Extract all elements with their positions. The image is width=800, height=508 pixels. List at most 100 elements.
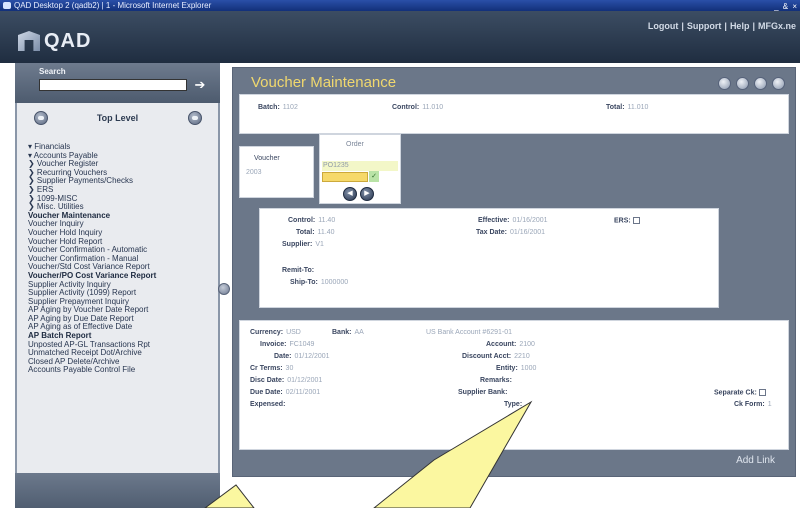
order-number-field[interactable]: PO1235 (322, 161, 398, 171)
sidebar-menu-item[interactable]: Voucher Confirmation - Manual (28, 255, 218, 264)
add-link[interactable]: Add Link (736, 455, 775, 466)
ship-to-field: Ship-To: 1000000 (290, 279, 348, 286)
qad-logo: QAD (18, 29, 91, 53)
control-value[interactable]: 11.40 (318, 217, 335, 224)
ship-to-value[interactable]: 1000000 (321, 279, 348, 286)
discount-acct-value[interactable]: 2210 (514, 353, 530, 360)
detail-card: Currency: USD Bank: AA US Bank Account #62… (239, 320, 789, 450)
sidebar-menu-item[interactable]: Closed AP Delete/Archive (28, 358, 218, 367)
main-area: Voucher Maintenance Batch: 1102 Control: 1… (220, 63, 800, 508)
sidebar-menu-item[interactable]: ▾ Financials (28, 143, 218, 152)
sidebar-menu-item[interactable]: Unposted AP-GL Transactions Rpt (28, 341, 218, 350)
close-icon[interactable] (772, 77, 785, 90)
ie-logo-icon (3, 2, 11, 9)
ship-to-label: Ship-To: (290, 279, 318, 286)
total-field: Total: 11.40 (296, 229, 335, 236)
bank-label: Bank: (332, 329, 352, 336)
order-label: Order (346, 141, 364, 148)
order-tab[interactable]: Order PO1235 ✓ ◀ ▶ (319, 134, 401, 204)
supplier-bank-field: Supplier Bank: (458, 389, 507, 396)
tax-date-value[interactable]: 01/16/2001 (510, 229, 545, 236)
sidebar-menu-item[interactable]: Supplier Activity Inquiry (28, 281, 218, 290)
effective-value[interactable]: 01/16/2001 (513, 217, 548, 224)
search-input[interactable] (39, 79, 187, 91)
sidebar-menu-item[interactable]: ❯ Recurring Vouchers (28, 169, 218, 178)
sidebar-menu-item[interactable]: Voucher Hold Report (28, 238, 218, 247)
voucher-tab[interactable]: Voucher 2003 (239, 146, 314, 198)
sidebar-menu-item[interactable]: ❯ 1099-MISC (28, 195, 218, 204)
sidebar-menu-item[interactable]: ❯ Voucher Register (28, 160, 218, 169)
info-icon[interactable] (736, 77, 749, 90)
sidebar-menu-item[interactable]: Supplier Prepayment Inquiry (28, 298, 218, 307)
next-button[interactable]: ▶ (360, 187, 374, 201)
supplier-value[interactable]: V1 (315, 241, 324, 248)
cr-terms-value[interactable]: 30 (286, 365, 294, 372)
entity-label: Entity: (496, 365, 518, 372)
sidebar-menu-item[interactable]: ❯ Misc. Utilities (28, 203, 218, 212)
menu-forward-button[interactable] (188, 111, 202, 125)
remit-to-label: Remit-To: (282, 267, 315, 274)
voucher-value[interactable]: 2003 (246, 169, 262, 176)
disc-date-value[interactable]: 01/12/2001 (287, 377, 322, 384)
discount-acct-field: Discount Acct: 2210 (462, 353, 530, 360)
help-icon[interactable] (718, 77, 731, 90)
separate-ck-checkbox[interactable] (758, 389, 766, 396)
print-icon[interactable] (754, 77, 767, 90)
due-date-value[interactable]: 02/11/2001 (286, 389, 321, 396)
menu-list: ▾ Financials ▾ Accounts Payable ❯ Voucher … (28, 143, 218, 375)
supplier-label: Supplier: (282, 241, 313, 248)
sidebar-menu-item[interactable]: AP Batch Report (28, 332, 218, 341)
help-link[interactable]: Help (730, 21, 750, 31)
sidebar-menu-item[interactable]: ❯ ERS (28, 186, 218, 195)
control-field: Control: 11.010 (392, 104, 443, 111)
supplier-bank-label: Supplier Bank: (458, 389, 508, 396)
sidebar-menu-item[interactable]: Voucher/PO Cost Variance Report (28, 272, 218, 281)
sidebar-menu-item[interactable]: Voucher Hold Inquiry (28, 229, 218, 238)
total-value[interactable]: 11.40 (318, 229, 335, 236)
date-value[interactable]: 01/12/2001 (295, 353, 330, 360)
top-links: Logout | Support | Help | MFGx.ne (648, 21, 796, 31)
account-value[interactable]: 2100 (519, 341, 535, 348)
expensed-label: Expensed: (250, 401, 286, 408)
sidebar-menu-item[interactable]: Voucher Maintenance (28, 212, 218, 221)
batch-value[interactable]: 1102 (283, 104, 298, 111)
sidebar-menu-item[interactable]: Voucher Confirmation - Automatic (28, 246, 218, 255)
ers-checkbox[interactable] (632, 217, 640, 224)
sidebar-menu-item[interactable]: Accounts Payable Control File (28, 366, 218, 375)
sidebar-menu-item[interactable]: Supplier Activity (1099) Report (28, 289, 218, 298)
effective-label: Effective: (478, 217, 510, 224)
mfgx-link[interactable]: MFGx.ne (758, 21, 796, 31)
previous-button[interactable]: ◀ (343, 187, 357, 201)
sidebar-menu-item[interactable]: ❯ Supplier Payments/Checks (28, 177, 218, 186)
entity-value[interactable]: 1000 (521, 365, 537, 372)
search-arrow-icon[interactable]: ➔ (192, 78, 208, 92)
sidebar-menu-item[interactable]: Voucher Inquiry (28, 220, 218, 229)
total-value[interactable]: 11.010 (628, 104, 649, 111)
collapse-sidebar-button[interactable] (218, 283, 230, 295)
sidebar-menu-item[interactable]: AP Aging by Due Date Report (28, 315, 218, 324)
control-field: Control: 11.40 (288, 217, 335, 224)
order-line-input[interactable] (322, 172, 368, 182)
link-separator: | (752, 21, 755, 31)
title-toolbar (718, 77, 785, 90)
discount-acct-label: Discount Acct: (462, 353, 512, 360)
logout-link[interactable]: Logout (648, 21, 679, 31)
total-label: Total: (296, 229, 315, 236)
app-header: QAD Logout | Support | Help | MFGx.ne (0, 11, 800, 63)
sidebar-menu-item[interactable]: AP Aging by Voucher Date Report (28, 306, 218, 315)
sidebar-menu-item[interactable]: ▾ Accounts Payable (28, 152, 218, 161)
ck-form-value[interactable]: 1 (768, 401, 772, 408)
bank-value[interactable]: AA (354, 329, 363, 336)
control-value[interactable]: 11.010 (422, 104, 443, 111)
qad-logo-icon (18, 31, 40, 51)
currency-value[interactable]: USD (286, 329, 301, 336)
page-title: Voucher Maintenance (251, 74, 397, 91)
bank-account-note: US Bank Account #6291-01 (426, 329, 513, 336)
sidebar-menu-item[interactable]: AP Aging as of Effective Date (28, 323, 218, 332)
search-label: Search (39, 67, 66, 76)
support-link[interactable]: Support (687, 21, 722, 31)
sidebar-menu-item[interactable]: Unmatched Receipt Dot/Archive (28, 349, 218, 358)
date-field: Date: 01/12/2001 (274, 353, 330, 360)
sidebar-menu-item[interactable]: Voucher/Std Cost Variance Report (28, 263, 218, 272)
invoice-value[interactable]: FC1049 (289, 341, 314, 348)
